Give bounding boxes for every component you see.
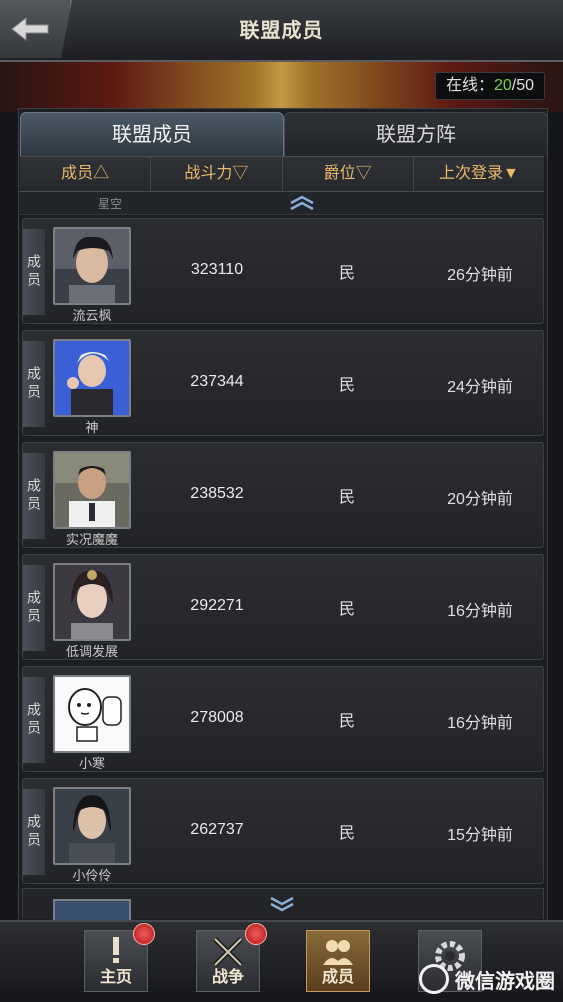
- avatar: [53, 899, 131, 921]
- rank-badge: 成员: [23, 565, 45, 651]
- watermark-logo-icon: [419, 964, 449, 994]
- member-power: 292271: [190, 597, 244, 614]
- member-title: 民: [338, 489, 355, 506]
- member-title: 民: [338, 601, 355, 618]
- watermark-text: 微信游戏圈: [455, 970, 555, 993]
- member-name: 低调发展: [65, 644, 118, 659]
- scroll-up-icon[interactable]: [288, 195, 316, 211]
- member-title: 民: [338, 377, 355, 394]
- member-last-login: 20分钟前: [447, 491, 513, 508]
- column-header: 成员△ 战斗力▽ 爵位▽ 上次登录▼: [20, 156, 544, 192]
- rank-badge: 成员: [23, 229, 45, 315]
- member-name: 神: [85, 420, 99, 435]
- member-title: 民: [338, 265, 355, 282]
- notification-badge: [133, 923, 155, 945]
- member-row[interactable]: 成员 小伶伶 262737 民 15分钟前: [22, 778, 544, 884]
- member-row[interactable]: 成员 神 237344 民 24分钟前: [22, 330, 544, 436]
- sort-power-header[interactable]: 战斗力▽: [151, 157, 283, 191]
- rank-badge: 成员: [23, 677, 45, 763]
- member-name: 小伶伶: [72, 868, 112, 883]
- header-bar: 联盟成员: [0, 0, 563, 62]
- member-power: 237344: [190, 373, 244, 390]
- member-power: 278008: [190, 709, 244, 726]
- previous-member-name: 星空: [98, 197, 123, 211]
- member-name: 小寒: [78, 756, 105, 771]
- avatar[interactable]: [53, 339, 131, 417]
- member-power: 262737: [190, 821, 244, 838]
- page-title: 联盟成员: [239, 20, 324, 42]
- sort-title-header[interactable]: 爵位▽: [283, 157, 414, 191]
- avatar[interactable]: [53, 675, 131, 753]
- rank-badge: 成员: [23, 789, 45, 875]
- online-count: 20: [493, 77, 512, 94]
- member-row[interactable]: 成员 低调发展 292271 民 16分钟前: [22, 554, 544, 660]
- nav-war-label: 战争: [211, 969, 244, 986]
- scroll-down-icon[interactable]: [268, 896, 296, 912]
- tab-formation[interactable]: 联盟方阵: [284, 112, 548, 157]
- nav-members-button[interactable]: 成员: [306, 930, 370, 992]
- nav-war-button[interactable]: 战争: [196, 923, 267, 992]
- member-last-login: 15分钟前: [447, 827, 513, 844]
- member-name: 实况魔魔: [65, 532, 118, 547]
- member-last-login: 16分钟前: [447, 715, 513, 732]
- member-row[interactable]: 成员 小寒 278008 民 16分钟前: [22, 666, 544, 772]
- rank-badge: 成员: [23, 341, 45, 427]
- exclamation-icon: [113, 937, 119, 963]
- member-row[interactable]: 成员 流云枫 323110 民 26分钟前: [22, 218, 544, 324]
- online-label: 在线：: [445, 77, 494, 94]
- member-title: 民: [338, 713, 355, 730]
- member-row[interactable]: 成员 实况魔魔 238532 民 20分钟前: [22, 442, 544, 548]
- avatar[interactable]: [53, 563, 131, 641]
- sort-login-header[interactable]: 上次登录▼: [414, 157, 544, 191]
- previous-member-peek: 星空: [20, 192, 544, 215]
- online-max: 50: [516, 77, 534, 94]
- watermark: 微信游戏圈: [419, 964, 555, 994]
- member-title: 民: [338, 825, 355, 842]
- nav-home-label: 主页: [99, 969, 132, 986]
- avatar[interactable]: [53, 227, 131, 305]
- tab-members[interactable]: 联盟成员: [20, 112, 284, 157]
- member-power: 238532: [190, 485, 244, 502]
- nav-home-button[interactable]: 主页: [84, 923, 155, 992]
- notification-badge: [245, 923, 267, 945]
- member-last-login: 16分钟前: [447, 603, 513, 620]
- rank-badge: 成员: [23, 453, 45, 539]
- sort-member-header[interactable]: 成员△: [20, 157, 152, 191]
- member-name: 流云枫: [72, 308, 112, 323]
- avatar[interactable]: [53, 787, 131, 865]
- nav-members-label: 成员: [321, 969, 354, 986]
- online-counter: 在线：20/50: [434, 72, 545, 100]
- avatar[interactable]: [53, 451, 131, 529]
- member-power: 323110: [190, 261, 244, 278]
- member-last-login: 24分钟前: [447, 379, 513, 396]
- member-last-login: 26分钟前: [447, 267, 513, 284]
